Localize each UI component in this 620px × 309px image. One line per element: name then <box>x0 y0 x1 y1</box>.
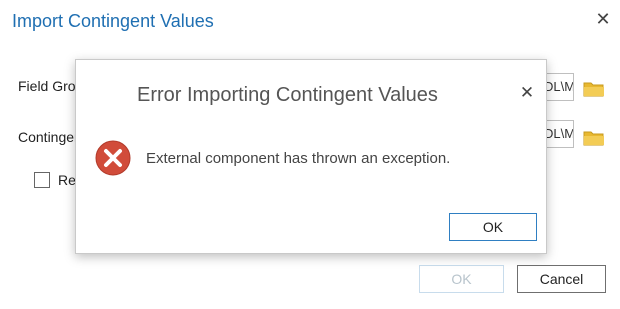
ok-button-disabled[interactable]: OK <box>419 265 504 293</box>
error-dialog: Error Importing Contingent Values ✕ Exte… <box>75 59 547 254</box>
close-icon[interactable]: ✕ <box>594 10 612 28</box>
dialog-title: Import Contingent Values <box>12 11 214 31</box>
folder-icon[interactable] <box>583 129 605 147</box>
replace-checkbox[interactable] <box>34 172 50 188</box>
folder-icon[interactable] <box>583 80 605 98</box>
close-icon[interactable]: ✕ <box>519 84 535 101</box>
error-icon <box>95 140 131 176</box>
error-dialog-title: Error Importing Contingent Values <box>137 84 438 106</box>
error-message: External component has thrown an excepti… <box>146 150 451 167</box>
cancel-button[interactable]: Cancel <box>517 265 606 293</box>
error-ok-button[interactable]: OK <box>449 213 537 241</box>
